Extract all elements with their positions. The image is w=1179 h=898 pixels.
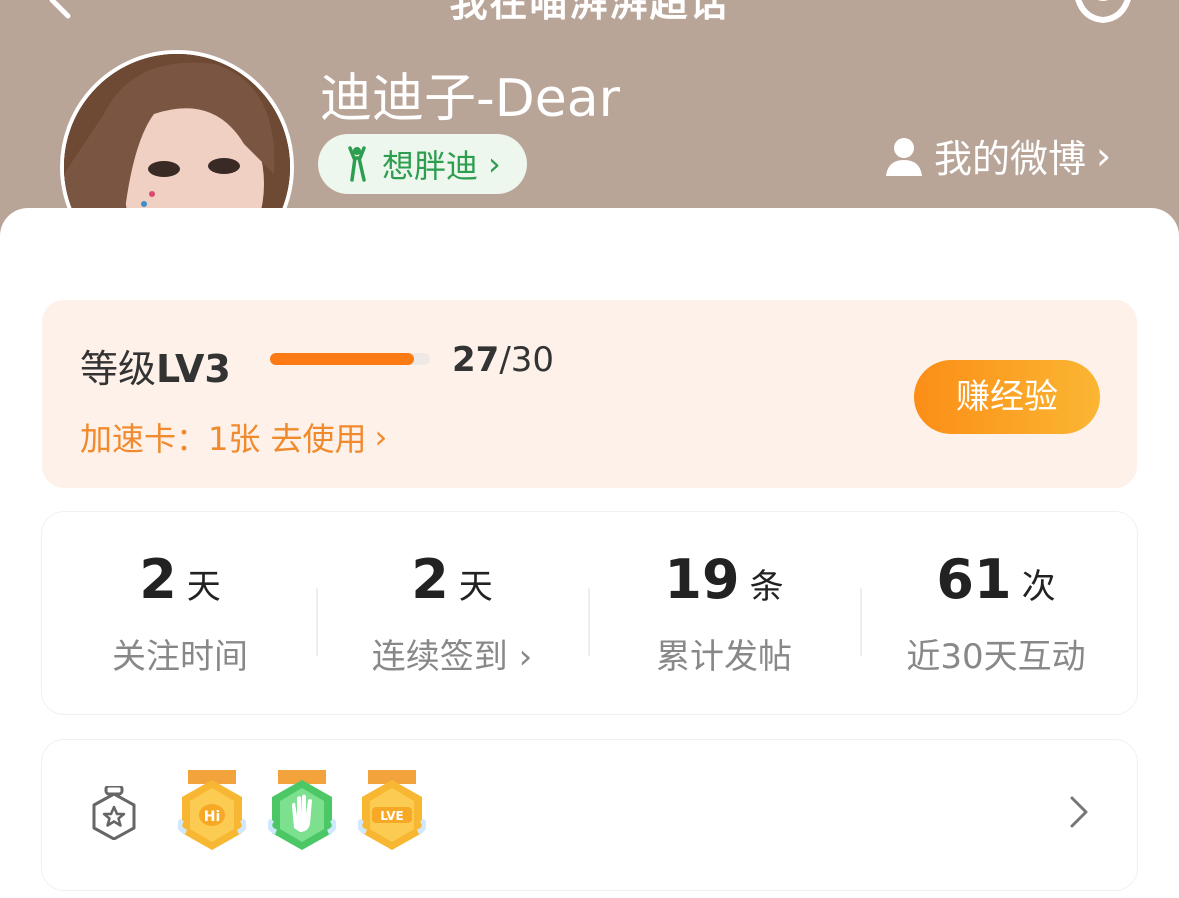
user-icon (886, 137, 922, 176)
stat-number: 19 (664, 548, 740, 611)
level-progress-text: 27/30 (452, 340, 554, 380)
wave-hand-medal-icon[interactable] (268, 770, 336, 856)
svg-text:Hi: Hi (204, 809, 221, 825)
hi-medal-icon[interactable]: Hi (178, 770, 246, 856)
progress-total: /30 (499, 340, 555, 380)
level-value: LV3 (156, 347, 231, 391)
chevron-right-icon[interactable] (1066, 794, 1092, 830)
page-title: 我在喵湃湃超话 (449, 0, 730, 25)
stat-label: 近30天互动 (906, 637, 1086, 677)
my-weibo-link[interactable]: 我的微博 › (884, 128, 1111, 183)
stat-label: 关注时间 (112, 637, 248, 677)
chevron-right-icon: › (1096, 133, 1112, 178)
stat-unit: 条 (749, 567, 784, 607)
fan-figure-icon (348, 146, 366, 182)
stat-label: 连续签到 › (371, 637, 533, 677)
earn-experience-button[interactable]: 赚经验 (914, 360, 1100, 434)
stat-number: 2 (411, 548, 449, 611)
stat-consecutive-checkin[interactable]: 2天 连续签到 › (316, 548, 588, 678)
username: 迪迪子-Dear (320, 69, 621, 129)
stat-unit: 天 (458, 567, 493, 607)
level-label: 等级LV3 (80, 338, 231, 393)
chevron-right-icon: › (374, 418, 388, 456)
stat-label: 累计发帖 (656, 637, 792, 677)
stat-number: 61 (936, 548, 1012, 611)
svg-text:LVE: LVE (380, 809, 403, 823)
boost-card-link[interactable]: 加速卡：1张 去使用 › (80, 414, 387, 460)
love-medal-icon[interactable]: LVE (358, 770, 426, 856)
settings-gear-icon[interactable] (1068, 0, 1138, 26)
back-arrow-icon[interactable] (40, 0, 80, 22)
stat-unit: 天 (186, 567, 221, 607)
level-progress-bar (270, 353, 430, 365)
progress-current: 27 (452, 340, 500, 380)
stat-total-posts: 19 条 累计发帖 (588, 548, 860, 678)
stat-number: 2 (139, 548, 177, 611)
badge-hexagon-star-icon (92, 786, 136, 840)
level-text: 等级 (80, 347, 157, 391)
my-weibo-label: 我的微博 (934, 137, 1087, 181)
stat-follow-time: 2天 关注时间 (44, 548, 316, 678)
boost-text: 加速卡：1张 去使用 (80, 420, 367, 458)
chevron-right-icon: › (488, 145, 501, 183)
fan-tag-button[interactable]: 想胖迪 › (318, 134, 527, 194)
level-progress-fill (270, 353, 414, 365)
stat-unit: 次 (1021, 567, 1056, 607)
stat-recent-interactions: 61 次 近30天互动 (860, 548, 1132, 678)
fan-tag-label: 想胖迪 (382, 147, 479, 185)
